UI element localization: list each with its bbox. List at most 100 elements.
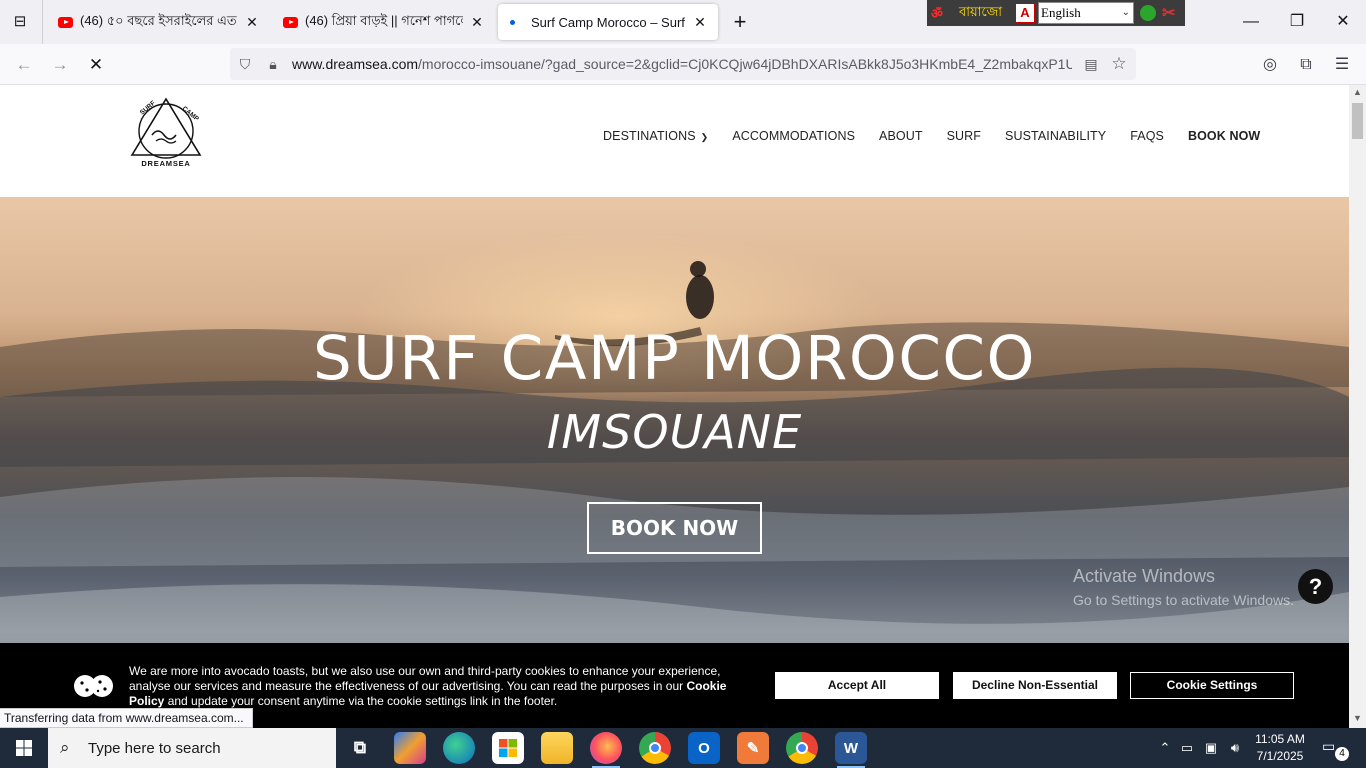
- font-a-icon[interactable]: A: [1015, 3, 1035, 23]
- back-button[interactable]: ←: [12, 53, 36, 77]
- site-header: SURF CAMP DREAMSEA DESTINATIONS ❯ ACCOMMO…: [0, 85, 1349, 197]
- orange-app-icon[interactable]: ✎: [737, 732, 769, 764]
- chrome-icon[interactable]: [639, 732, 671, 764]
- copilot-icon[interactable]: [394, 732, 426, 764]
- taskbar-search-input[interactable]: ⌕ Type here to search: [48, 728, 336, 768]
- close-icon[interactable]: ✕: [692, 14, 708, 31]
- scroll-up-icon[interactable]: ▲: [1349, 87, 1366, 97]
- extensions-icon[interactable]: ⧉: [1295, 54, 1317, 76]
- help-button[interactable]: ?: [1298, 569, 1333, 604]
- loading-icon: [510, 19, 515, 25]
- scroll-thumb[interactable]: [1352, 103, 1363, 139]
- tab-divider: [42, 0, 43, 44]
- cookie-text-1: We are more into avocado toasts, but we …: [129, 664, 721, 693]
- lock-icon[interactable]: 🔒︎: [262, 52, 284, 76]
- youtube-icon: [58, 16, 73, 28]
- tab-label: Surf Camp Morocco – Surf & Im: [531, 14, 686, 30]
- page-scrollbar[interactable]: ▲ ▼: [1349, 85, 1366, 728]
- status-bar: Transferring data from www.dreamsea.com.…: [0, 708, 253, 728]
- url-host: www.dreamsea.com: [292, 56, 419, 72]
- cookie-settings-button[interactable]: Cookie Settings: [1130, 672, 1294, 699]
- logo-text-top: SURF: [139, 100, 157, 117]
- nav-destinations[interactable]: DESTINATIONS ❯: [603, 129, 708, 143]
- nav-sustainability[interactable]: SUSTAINABILITY: [1005, 129, 1106, 143]
- decline-non-essential-button[interactable]: Decline Non-Essential: [953, 672, 1117, 699]
- cookie-text-2: and update your consent anytime via the …: [164, 694, 558, 708]
- language-select-value: English: [1041, 5, 1081, 20]
- hero-subtitle: IMSOUANE: [546, 405, 803, 459]
- close-icon[interactable]: ✕: [469, 14, 485, 31]
- firefox-icon[interactable]: [590, 732, 622, 768]
- accept-all-button[interactable]: Accept All: [775, 672, 939, 699]
- new-tab-button[interactable]: +: [728, 9, 752, 35]
- address-bar[interactable]: ⛉ 🔒︎ www.dreamsea.com/morocco-imsouane/?…: [230, 48, 1136, 80]
- globe-icon[interactable]: [1140, 5, 1156, 21]
- restore-button[interactable]: ❐: [1274, 8, 1320, 36]
- outlook-icon[interactable]: O: [688, 732, 720, 764]
- file-explorer-icon[interactable]: [541, 732, 573, 764]
- language-select[interactable]: English ⌄: [1038, 2, 1134, 24]
- clock-date: 7/1/2025: [1256, 749, 1304, 763]
- tab-label: (46) ৫০ বছরে ইসরাইলের এত ক্ষ: [80, 12, 238, 28]
- page-viewport: SURF CAMP DREAMSEA DESTINATIONS ❯ ACCOMMO…: [0, 85, 1349, 728]
- clock-time: 11:05 AM: [1255, 732, 1305, 746]
- site-nav: DESTINATIONS ❯ ACCOMMODATIONS ABOUT SURF …: [603, 129, 1260, 143]
- nav-accommodations[interactable]: ACCOMMODATIONS: [732, 129, 855, 143]
- hero-title: SURF CAMP MOROCCO: [312, 323, 1037, 394]
- chrome-center-icon: [649, 742, 661, 754]
- reader-view-icon[interactable]: ▤: [1080, 52, 1102, 76]
- tools-icon[interactable]: ✂: [1162, 3, 1175, 23]
- microsoft-store-icon[interactable]: [492, 732, 524, 764]
- edge-icon[interactable]: [443, 732, 475, 764]
- nav-book-now[interactable]: BOOK NOW: [1188, 129, 1260, 143]
- scroll-down-icon[interactable]: ▼: [1349, 713, 1366, 723]
- store-tiles-icon: [499, 739, 517, 757]
- word-icon[interactable]: W: [835, 732, 867, 768]
- chrome-alt-icon[interactable]: [786, 732, 818, 764]
- stop-loading-button[interactable]: ✕: [84, 53, 108, 77]
- nav-label: DESTINATIONS: [603, 129, 696, 143]
- shield-icon[interactable]: ⛉: [234, 52, 256, 76]
- forward-button[interactable]: →: [48, 53, 72, 77]
- activate-windows-title: Activate Windows: [1073, 566, 1216, 586]
- chevron-down-icon: ❯: [700, 132, 709, 142]
- chevron-up-icon[interactable]: ⌃: [1155, 740, 1175, 756]
- account-icon[interactable]: ◎: [1259, 54, 1281, 76]
- nav-surf[interactable]: SURF: [947, 129, 981, 143]
- tab-overview-icon[interactable]: ⊟: [10, 12, 30, 32]
- search-icon: ⌕: [60, 738, 70, 757]
- nav-faqs[interactable]: FAQS: [1130, 129, 1164, 143]
- dreamsea-logo[interactable]: SURF CAMP DREAMSEA: [128, 95, 204, 177]
- chevron-down-icon: ⌄: [1121, 7, 1130, 18]
- task-view-icon[interactable]: ⧉: [344, 732, 376, 764]
- meet-now-icon[interactable]: ▣: [1199, 740, 1223, 756]
- logo-text-bottom: DREAMSEA: [141, 159, 190, 168]
- youtube-icon: [283, 16, 298, 28]
- tab-youtube-1[interactable]: (46) ৫০ বছরে ইসরাইলের এত ক্ষ ✕: [48, 4, 270, 40]
- network-icon[interactable]: ▭: [1175, 740, 1199, 756]
- windows-taskbar: ⌕ Type here to search ⧉ O ✎ W ⌃ ▭ ▣ 🔊︎ 1…: [0, 728, 1366, 768]
- menu-icon[interactable]: ☰: [1331, 54, 1353, 76]
- close-icon[interactable]: ✕: [244, 14, 260, 31]
- bookmark-star-icon[interactable]: ☆: [1108, 52, 1130, 76]
- hero-book-now-button[interactable]: BOOK NOW: [587, 502, 762, 554]
- activate-windows-subtitle: Go to Settings to activate Windows.: [1073, 592, 1294, 608]
- close-window-button[interactable]: ✕: [1320, 8, 1366, 36]
- url-path: /morocco-imsouane/?gad_source=2&gclid=Cj…: [418, 56, 1072, 72]
- browser-tab-strip: ⊟ (46) ৫০ বছরে ইসরাইলের এত ক্ষ ✕ (46) প্…: [0, 0, 1366, 44]
- minimize-button[interactable]: —: [1228, 8, 1274, 36]
- tab-youtube-2[interactable]: (46) প্রিয়া বাড়ই || গনেশ পাগলের ✕: [273, 4, 495, 40]
- taskbar-clock[interactable]: 11:05 AM 7/1/2025: [1246, 731, 1314, 765]
- tab-surf-camp[interactable]: Surf Camp Morocco – Surf & Im ✕: [498, 4, 718, 40]
- bangla-input-toolbar: ॐ বায়াজো A English ⌄ ✂: [927, 0, 1185, 26]
- volume-icon[interactable]: 🔊︎: [1223, 740, 1247, 756]
- bangla-brand-logo: ॐ: [931, 6, 943, 21]
- notification-count-badge: 4: [1335, 747, 1349, 761]
- cookie-icon: [74, 675, 113, 697]
- nav-about[interactable]: ABOUT: [879, 129, 923, 143]
- windows-start-icon[interactable]: [0, 728, 48, 768]
- url-text[interactable]: www.dreamsea.com/morocco-imsouane/?gad_s…: [292, 56, 1072, 72]
- browser-nav-bar: ← → ✕ ⛉ 🔒︎ www.dreamsea.com/morocco-imso…: [0, 44, 1366, 85]
- search-placeholder: Type here to search: [88, 739, 221, 757]
- cookie-message: We are more into avocado toasts, but we …: [129, 664, 759, 709]
